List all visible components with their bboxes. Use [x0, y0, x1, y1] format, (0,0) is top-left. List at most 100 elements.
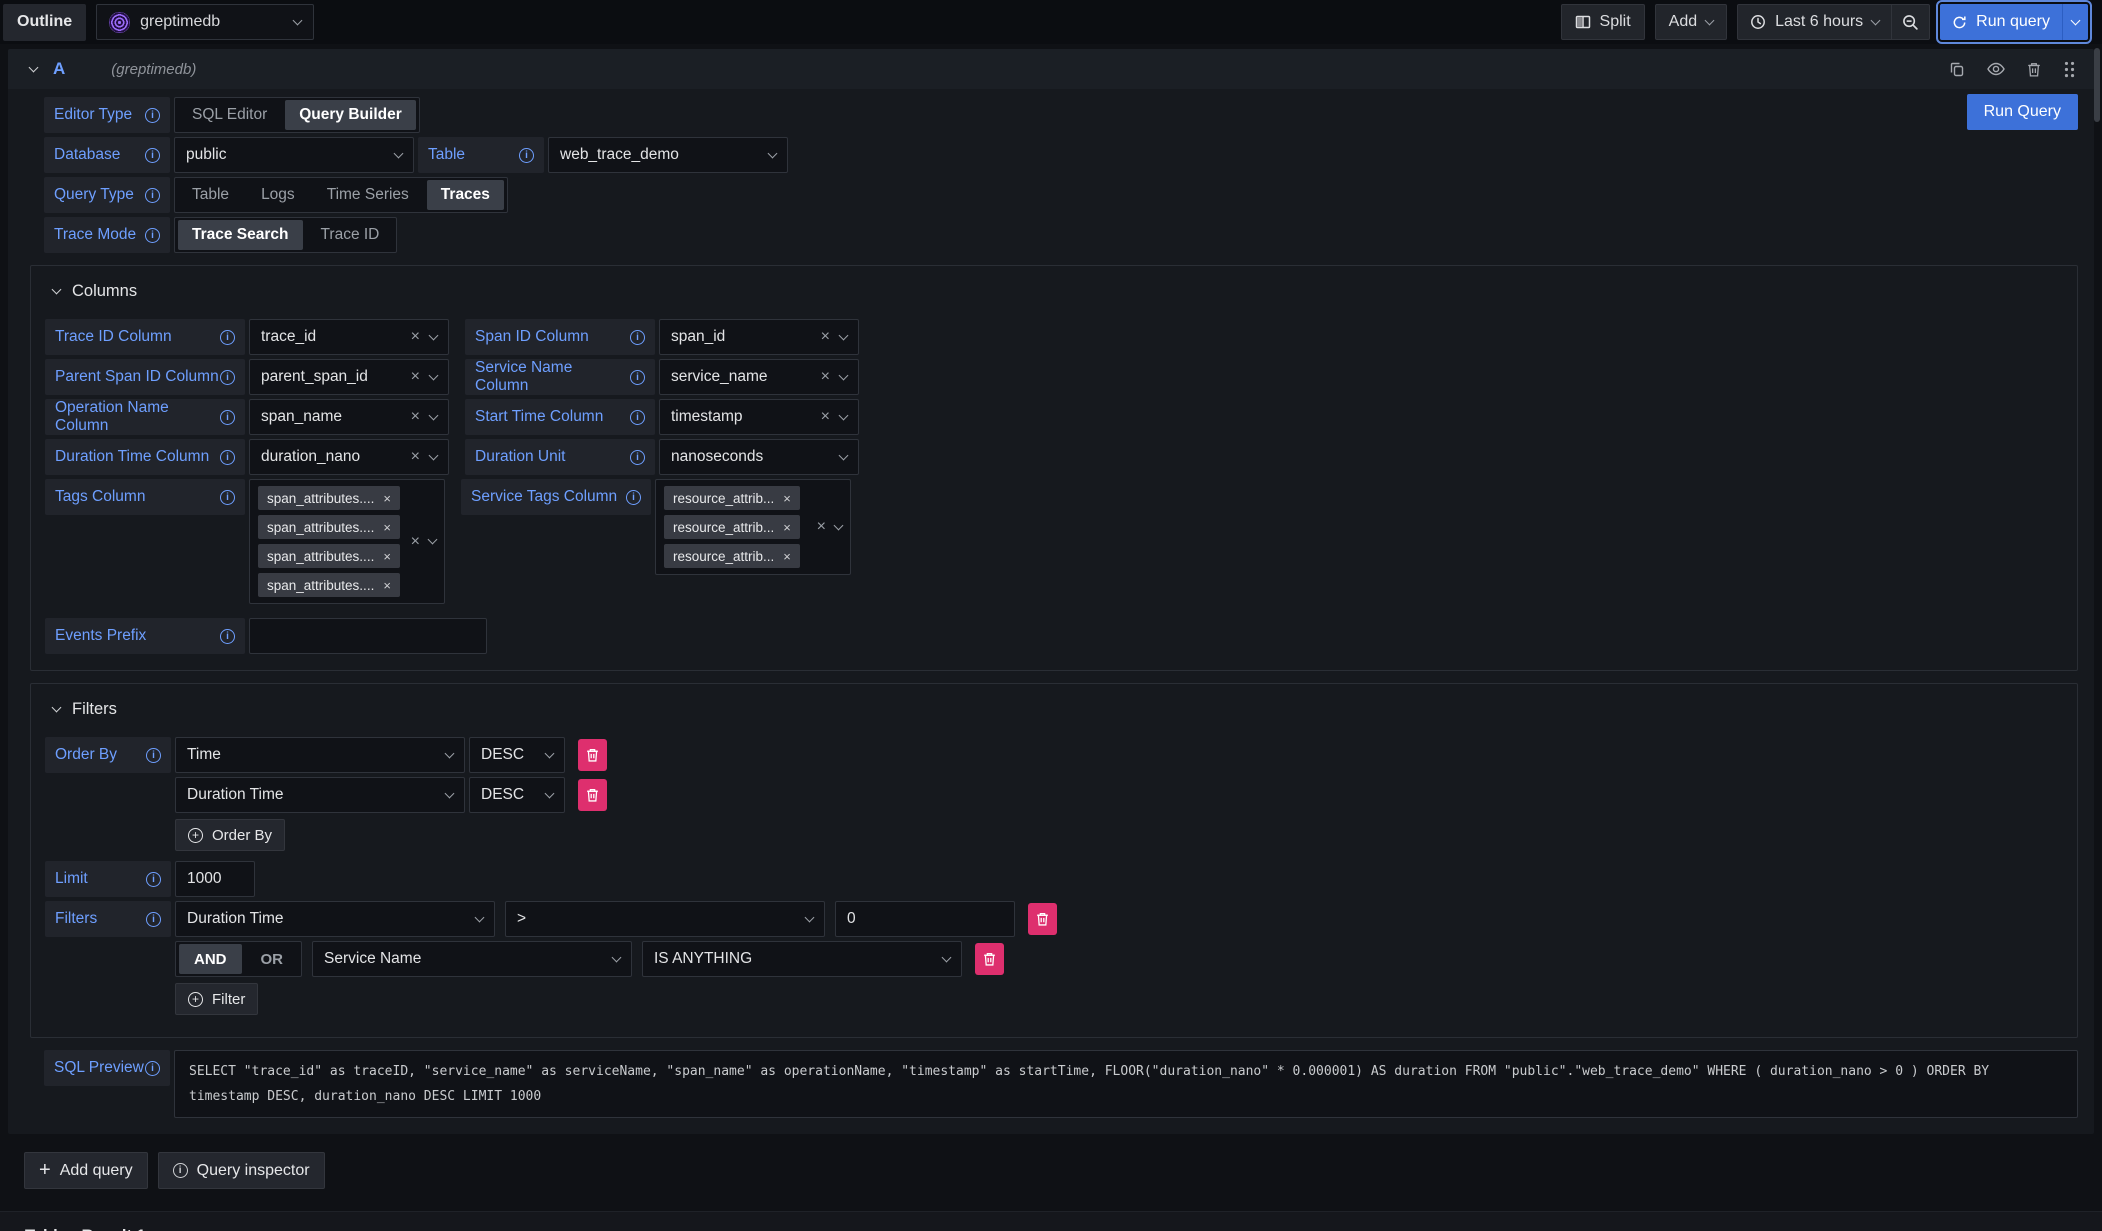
info-icon[interactable]: i	[630, 370, 645, 385]
duration-unit-select[interactable]: nanoseconds	[659, 439, 859, 475]
remove-icon[interactable]: ×	[383, 521, 391, 534]
info-icon[interactable]: i	[220, 410, 235, 425]
datasource-picker[interactable]: greptimedb	[96, 4, 314, 40]
service-tags-column-multiselect[interactable]: resource_attrib...× resource_attrib...× …	[655, 479, 851, 575]
info-icon[interactable]: i	[146, 912, 161, 927]
clear-icon[interactable]: ×	[403, 409, 420, 425]
info-icon[interactable]: i	[145, 188, 160, 203]
order-by-direction-select[interactable]: DESC	[469, 777, 565, 813]
remove-icon[interactable]: ×	[783, 521, 791, 534]
option-traces[interactable]: Traces	[427, 180, 504, 210]
collapse-chevron-icon[interactable]	[29, 62, 39, 72]
order-by-direction-select[interactable]: DESC	[469, 737, 565, 773]
order-by-field-select[interactable]: Duration Time	[175, 777, 465, 813]
editor-run-query-button[interactable]: Run Query	[1967, 94, 2078, 130]
remove-filter-button[interactable]	[975, 943, 1004, 975]
scrollbar-thumb[interactable]	[2094, 48, 2100, 122]
filters-section-header[interactable]: Filters	[53, 700, 2063, 719]
operation-name-column-select[interactable]: span_name ×	[249, 399, 449, 435]
info-icon[interactable]: i	[220, 629, 235, 644]
chip-text: span_attributes....	[267, 549, 374, 564]
info-icon[interactable]: i	[220, 490, 235, 505]
order-by-field-select[interactable]: Time	[175, 737, 465, 773]
info-icon[interactable]: i	[145, 148, 160, 163]
remove-filter-button[interactable]	[1028, 903, 1057, 935]
info-icon[interactable]: i	[145, 1061, 160, 1076]
info-icon[interactable]: i	[630, 330, 645, 345]
add-dropdown-button[interactable]: Add	[1655, 4, 1727, 40]
remove-order-by-button[interactable]	[578, 739, 607, 771]
info-icon[interactable]: i	[146, 748, 161, 763]
clear-all-icon[interactable]: ×	[411, 533, 420, 551]
events-prefix-input[interactable]	[249, 618, 487, 654]
add-filter-button[interactable]: + Filter	[175, 983, 258, 1015]
option-trace-search[interactable]: Trace Search	[178, 220, 303, 250]
table-select[interactable]: web_trace_demo	[548, 137, 788, 173]
split-button[interactable]: Split	[1561, 4, 1645, 40]
option-time-series[interactable]: Time Series	[313, 180, 423, 210]
clear-icon[interactable]: ×	[813, 369, 830, 385]
delete-query-button[interactable]	[2027, 62, 2041, 77]
time-range-button[interactable]: Last 6 hours	[1738, 5, 1891, 39]
columns-section: Columns Trace ID Column i trace_id × Spa…	[30, 265, 2078, 671]
tags-row: Tags Column i span_attributes....× span_…	[45, 479, 2063, 604]
service-name-column-select[interactable]: service_name ×	[659, 359, 859, 395]
query-inspector-button[interactable]: i Query inspector	[158, 1152, 325, 1189]
clear-icon[interactable]: ×	[403, 369, 420, 385]
toggle-query-visibility-button[interactable]	[1987, 62, 2005, 76]
option-or[interactable]: OR	[246, 944, 299, 974]
add-order-by-button[interactable]: + Order By	[175, 819, 285, 851]
filter-value-input[interactable]: 0	[835, 901, 1015, 937]
split-icon	[1575, 14, 1591, 30]
limit-input[interactable]: 1000	[175, 861, 255, 897]
filter-operator-select[interactable]: >	[505, 901, 825, 937]
run-query-options-button[interactable]	[2062, 4, 2088, 40]
database-select[interactable]: public	[174, 137, 414, 173]
drag-handle[interactable]	[2063, 61, 2076, 78]
outline-button[interactable]: Outline	[3, 4, 86, 41]
clear-icon[interactable]: ×	[403, 449, 420, 465]
option-query-builder[interactable]: Query Builder	[285, 100, 416, 130]
add-query-button[interactable]: + Add query	[24, 1152, 148, 1189]
clear-icon[interactable]: ×	[813, 409, 830, 425]
option-logs[interactable]: Logs	[247, 180, 309, 210]
remove-icon[interactable]: ×	[383, 579, 391, 592]
info-icon[interactable]: i	[220, 450, 235, 465]
info-icon[interactable]: i	[630, 450, 645, 465]
span-id-column-select[interactable]: span_id ×	[659, 319, 859, 355]
option-and[interactable]: AND	[179, 944, 242, 974]
query-row-header[interactable]: A (greptimedb)	[8, 49, 2094, 89]
info-icon[interactable]: i	[220, 330, 235, 345]
clear-icon[interactable]: ×	[403, 329, 420, 345]
query-ref-id[interactable]: A	[53, 59, 65, 79]
remove-icon[interactable]: ×	[783, 550, 791, 563]
remove-icon[interactable]: ×	[383, 492, 391, 505]
columns-section-header[interactable]: Columns	[53, 282, 2063, 301]
tags-column-multiselect[interactable]: span_attributes....× span_attributes....…	[249, 479, 445, 604]
filter-operator-select[interactable]: IS ANYTHING	[642, 941, 962, 977]
clear-icon[interactable]: ×	[813, 329, 830, 345]
parent-span-id-column-select[interactable]: parent_span_id ×	[249, 359, 449, 395]
filter-field-select[interactable]: Duration Time	[175, 901, 495, 937]
start-time-column-select[interactable]: timestamp ×	[659, 399, 859, 435]
duration-time-column-select[interactable]: duration_nano ×	[249, 439, 449, 475]
option-sql-editor[interactable]: SQL Editor	[178, 100, 281, 130]
info-icon[interactable]: i	[220, 370, 235, 385]
filter-field-select[interactable]: Service Name	[312, 941, 632, 977]
zoom-out-time-button[interactable]	[1891, 5, 1929, 39]
remove-icon[interactable]: ×	[783, 492, 791, 505]
info-icon[interactable]: i	[519, 148, 534, 163]
run-query-button[interactable]: Run query	[1940, 4, 2062, 40]
option-table[interactable]: Table	[178, 180, 243, 210]
trace-id-column-select[interactable]: trace_id ×	[249, 319, 449, 355]
remove-order-by-button[interactable]	[578, 779, 607, 811]
remove-icon[interactable]: ×	[383, 550, 391, 563]
info-icon[interactable]: i	[146, 872, 161, 887]
option-trace-id[interactable]: Trace ID	[307, 220, 394, 250]
duplicate-query-button[interactable]	[1949, 61, 1965, 77]
info-icon[interactable]: i	[145, 108, 160, 123]
info-icon[interactable]: i	[630, 410, 645, 425]
info-icon[interactable]: i	[626, 490, 641, 505]
info-icon[interactable]: i	[145, 228, 160, 243]
clear-all-icon[interactable]: ×	[817, 518, 826, 536]
